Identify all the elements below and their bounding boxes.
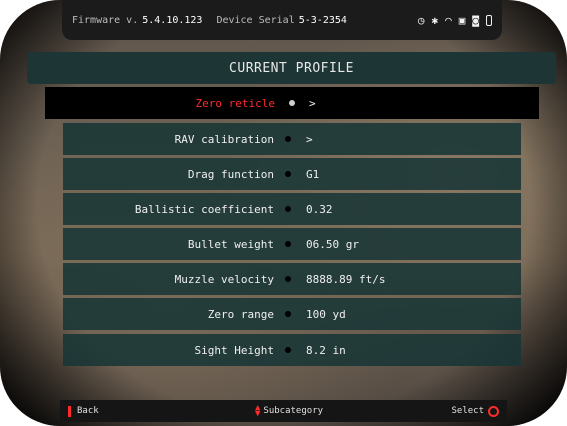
- subcategory-hint: ▲ ▼ Subcategory: [255, 403, 324, 419]
- sd-card-icon: ▣: [458, 13, 466, 27]
- firmware-label: Firmware v.: [72, 14, 139, 26]
- menu-item-zero-reticle[interactable]: Zero reticle >: [45, 87, 539, 119]
- menu-item-value: 100 yd: [306, 307, 346, 321]
- menu-item-label: Bullet weight: [187, 237, 274, 251]
- separator-dot: [285, 241, 291, 247]
- menu-item-value: 8.2 in: [306, 343, 346, 357]
- menu-item-zero-range[interactable]: Zero range 100 yd: [63, 298, 521, 330]
- menu-item-ballistic-coefficient[interactable]: Ballistic coefficient 0.32: [63, 193, 521, 225]
- separator-dot: [285, 171, 291, 177]
- menu-item-value: 06.50 gr: [306, 237, 359, 251]
- chevron-right-icon: >: [306, 132, 313, 146]
- separator-dot: [285, 276, 291, 282]
- camera-icon: ◙: [472, 13, 479, 27]
- menu-item-drag-function[interactable]: Drag function G1: [63, 158, 521, 190]
- back-bar-icon: [68, 405, 71, 417]
- separator-dot: [289, 100, 295, 106]
- serial-value: 5-3-2354: [298, 14, 347, 26]
- subcategory-label: Subcategory: [263, 406, 324, 416]
- select-button[interactable]: Select: [451, 405, 499, 417]
- chevron-right-icon: >: [309, 96, 316, 110]
- status-bar: Firmware v. 5.4.10.123 Device Serial 5-3…: [62, 0, 502, 40]
- status-icons: ◷ ✱ ◠ ▣ ◙: [418, 14, 492, 27]
- separator-dot: [285, 347, 291, 353]
- menu-item-muzzle-velocity[interactable]: Muzzle velocity 8888.89 ft/s: [63, 263, 521, 295]
- menu-item-sight-height[interactable]: Sight Height 8.2 in: [63, 334, 521, 366]
- menu-item-label: Drag function: [187, 167, 274, 181]
- serial-label: Device Serial: [216, 14, 295, 26]
- menu-item-value: 8888.89 ft/s: [306, 272, 386, 286]
- select-ring-icon: [488, 405, 499, 417]
- scope-view: Firmware v. 5.4.10.123 Device Serial 5-3…: [0, 0, 567, 426]
- menu-item-label: Ballistic coefficient: [134, 202, 274, 216]
- firmware-value: 5.4.10.123: [142, 14, 203, 26]
- menu-item-label: Sight Height: [194, 343, 274, 357]
- menu-item-label: Zero range: [207, 307, 274, 321]
- back-button[interactable]: Back: [68, 405, 99, 417]
- menu-item-value: G1: [306, 167, 320, 181]
- select-label: Select: [451, 406, 484, 416]
- menu-item-bullet-weight[interactable]: Bullet weight 06.50 gr: [63, 228, 521, 260]
- menu-item-value: 0.32: [306, 202, 333, 216]
- bluetooth-icon: ✱: [431, 13, 439, 27]
- separator-dot: [285, 311, 291, 317]
- menu-item-rav-calibration[interactable]: RAV calibration >: [63, 123, 521, 155]
- menu-item-label: RAV calibration: [174, 132, 274, 146]
- battery-icon: [486, 14, 492, 26]
- up-down-arrows-icon: ▲ ▼: [255, 403, 261, 419]
- separator-dot: [285, 206, 291, 212]
- menu-item-label: Zero reticle: [195, 96, 275, 110]
- timer-icon: ◷: [417, 13, 425, 27]
- bottom-bar: Back ▲ ▼ Subcategory Select: [60, 400, 507, 422]
- separator-dot: [285, 136, 291, 142]
- page-title: CURRENT PROFILE: [27, 52, 556, 84]
- menu-item-label: Muzzle velocity: [174, 272, 274, 286]
- back-label: Back: [77, 406, 99, 416]
- wifi-icon: ◠: [445, 13, 452, 27]
